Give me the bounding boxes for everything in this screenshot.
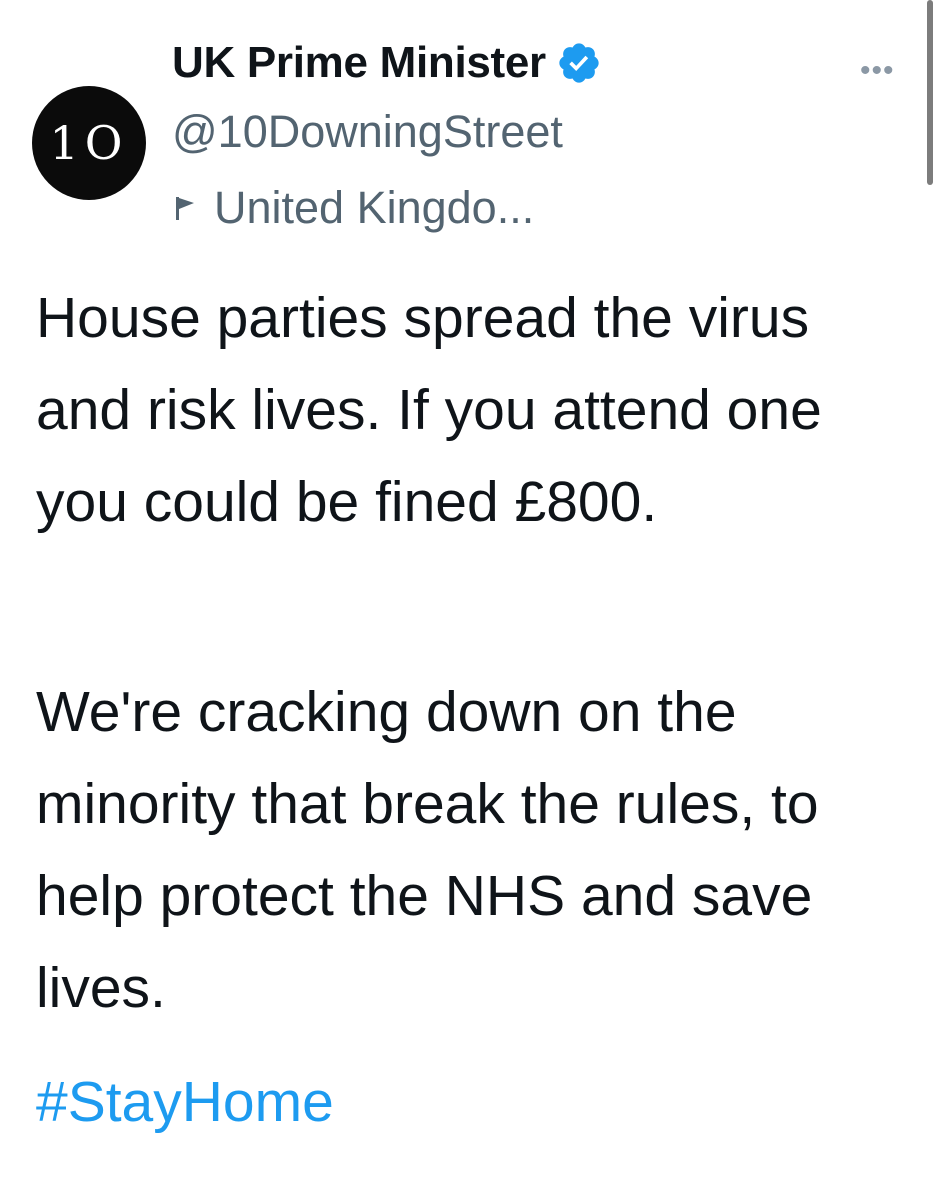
author-name-row: UK Prime Minister [172,38,602,88]
location-text: United Kingdo... [214,182,535,233]
flag-icon [176,197,194,220]
verified-badge-icon [556,40,602,86]
display-name[interactable]: UK Prime Minister [172,38,546,88]
scrollbar[interactable] [927,0,933,185]
hashtag-link[interactable]: #StayHome [36,1056,334,1148]
location-row: United Kingdo... [172,182,534,234]
tweet-card: 1O UK Prime Minister @10DowningStreet Un… [0,0,940,1188]
avatar-logo-text: 1O [49,116,129,170]
tweet-text-paragraph-1: House parties spread the virus and risk … [36,286,822,534]
more-icon[interactable]: ••• [860,54,895,88]
tweet-text-paragraph-2: We're cracking down on the minority that… [36,680,819,1020]
avatar[interactable]: 1O [32,86,146,200]
author-handle[interactable]: @10DowningStreet [172,106,563,158]
